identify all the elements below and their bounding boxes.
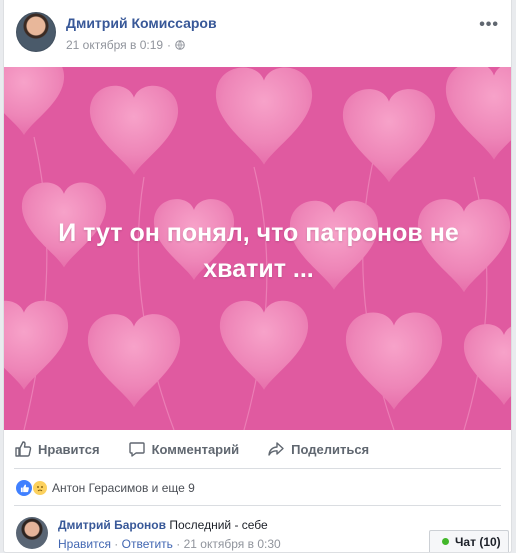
- post-image-text: И тут он понял, что патронов не хватит .…: [58, 219, 459, 283]
- comment-reply-link[interactable]: Ответить: [122, 537, 173, 551]
- comment-icon: [128, 442, 145, 457]
- more-options-button[interactable]: •••: [479, 16, 499, 34]
- post-meta: 21 октября в 0:19 ·: [66, 38, 185, 52]
- comment-button[interactable]: Комментарий: [128, 440, 240, 458]
- comment-actions: Нравится · Ответить · 21 октября в 0:30: [58, 537, 281, 551]
- author-avatar[interactable]: [16, 12, 56, 52]
- thumbs-up-icon: [15, 441, 32, 457]
- chat-tab[interactable]: Чат (10): [429, 530, 509, 552]
- post-author[interactable]: Дмитрий Комиссаров: [66, 15, 217, 31]
- like-button[interactable]: Нравится: [14, 440, 100, 458]
- share-label: Поделиться: [291, 441, 370, 457]
- chat-label: Чат (10): [455, 534, 501, 549]
- post-actions: Нравится Комментарий Поделиться: [14, 430, 501, 469]
- comment-body: Дмитрий Баронов Последний - себе: [58, 518, 268, 532]
- commenter-name[interactable]: Дмитрий Баронов: [58, 518, 166, 532]
- divider: [14, 505, 501, 506]
- commenter-avatar[interactable]: [16, 517, 48, 549]
- share-button[interactable]: Поделиться: [267, 440, 369, 458]
- post-image[interactable]: И тут он понял, что патронов не хватит .…: [4, 67, 511, 430]
- post-card: Дмитрий Комиссаров 21 октября в 0:19 · •…: [3, 0, 512, 553]
- reactions-summary[interactable]: Антон Герасимов и еще 9: [16, 480, 195, 496]
- like-label: Нравится: [38, 441, 100, 457]
- post-date[interactable]: 21 октября в 0:19: [66, 38, 163, 52]
- comment-label: Комментарий: [151, 441, 240, 457]
- comment-like-link[interactable]: Нравится: [58, 537, 111, 551]
- like-reaction-icon: [16, 480, 32, 496]
- post-header: Дмитрий Комиссаров 21 октября в 0:19 · •…: [14, 10, 501, 60]
- comment-text: Последний - себе: [169, 518, 268, 532]
- online-dot-icon: [442, 538, 449, 545]
- globe-icon[interactable]: [175, 40, 185, 50]
- sad-reaction-icon: [32, 480, 48, 496]
- comment-date[interactable]: 21 октября в 0:30: [184, 537, 281, 551]
- reactions-text: Антон Герасимов и еще 9: [52, 481, 195, 495]
- share-icon: [268, 442, 284, 456]
